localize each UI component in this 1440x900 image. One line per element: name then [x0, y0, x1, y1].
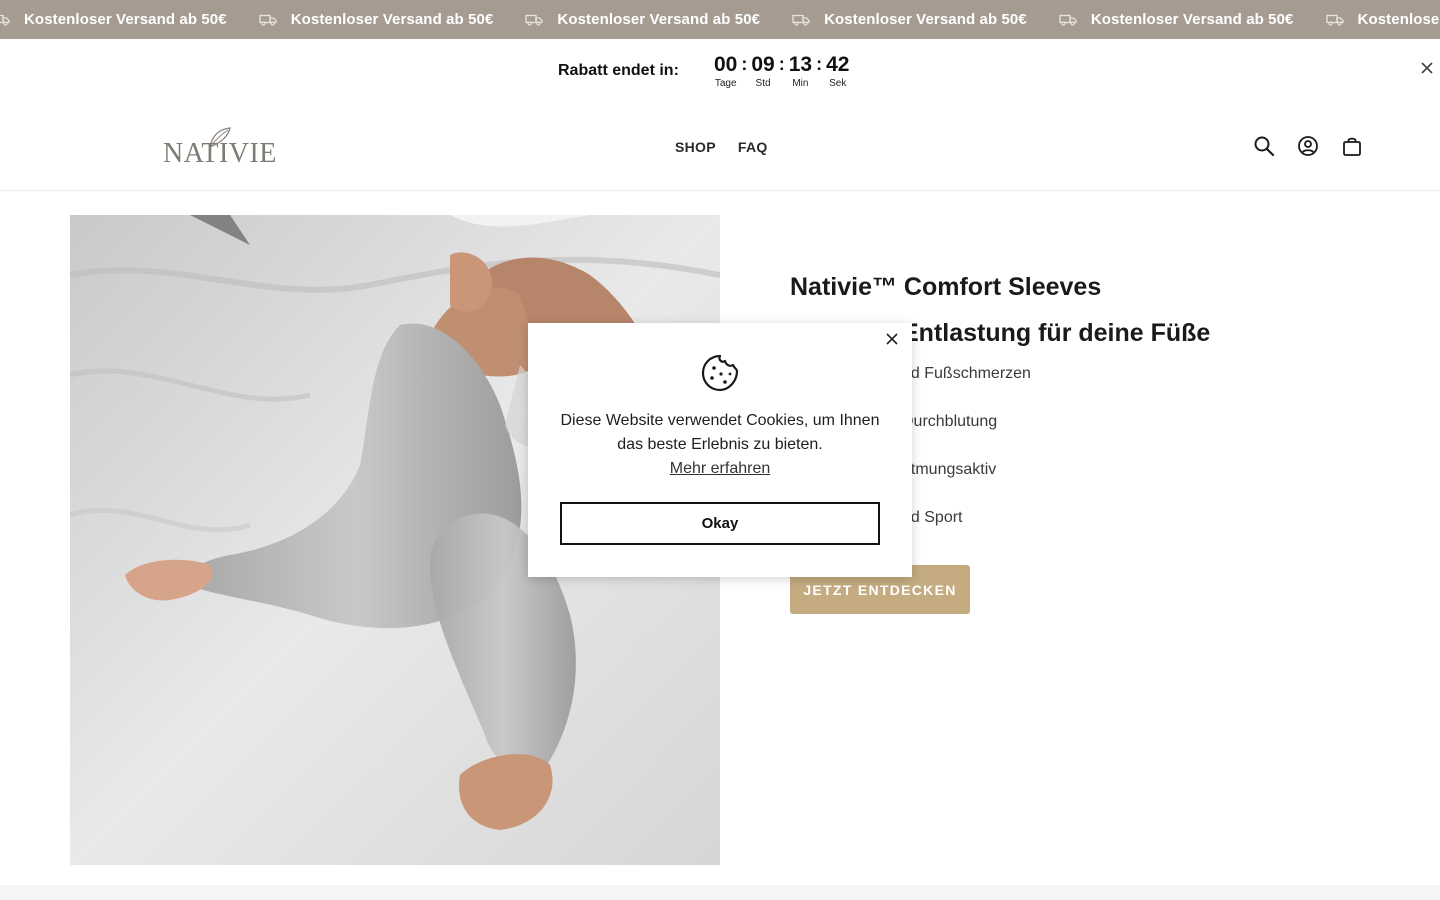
nav-faq[interactable]: FAQ [738, 139, 768, 155]
countdown-timer: 00 Tage : 09 Std : 13 Min : 42 Sek [714, 52, 849, 90]
okay-button[interactable]: Okay [560, 502, 880, 545]
countdown-minutes: 13 Min [789, 52, 812, 90]
logo-text[interactable]: NATIVIE [163, 138, 277, 170]
close-icon[interactable] [884, 331, 900, 347]
countdown-minutes-value: 13 [788, 53, 813, 76]
countdown-hours: 09 Std [751, 52, 774, 90]
truck-icon [0, 14, 10, 26]
account-icon[interactable] [1297, 135, 1319, 157]
announcement-text: Kostenloser Versand ab 50€ [557, 11, 761, 28]
announcement-text: Kostenloser Versand ab 50€ [1357, 11, 1440, 28]
announcement-item: Kostenloser Versand ab 50€ [792, 11, 1027, 28]
countdown-seconds-value: 42 [826, 53, 850, 76]
announcement-track: Kostenloser Versand ab 50€ Kostenloser Ve… [0, 0, 1440, 39]
announcement-text: Kostenloser Versand ab 50€ [290, 11, 494, 28]
cart-icon[interactable] [1341, 135, 1363, 157]
next-section-edge [0, 885, 1440, 900]
announcement-text: Kostenloser Versand ab 50€ [824, 11, 1027, 28]
countdown-days-value: 00 [714, 53, 738, 76]
main-nav: SHOP FAQ [675, 139, 768, 155]
announcement-text: Kostenloser Versand ab 50€ [1090, 11, 1294, 28]
hero-title: Nativie™ Comfort Sleeves [790, 273, 1102, 301]
announcement-item: Kostenloser Versand ab 50€ [0, 11, 227, 28]
countdown-seconds: 42 Sek [826, 52, 849, 90]
nav-shop[interactable]: SHOP [675, 139, 716, 155]
truck-icon [259, 14, 277, 26]
countdown-hours-value: 09 [751, 53, 775, 76]
countdown-separator: : [816, 54, 823, 74]
learn-more-link[interactable]: Mehr erfahren [528, 460, 912, 478]
truck-icon [1059, 14, 1077, 26]
announcement-bar: Kostenloser Versand ab 50€ Kostenloser Ve… [0, 0, 1440, 39]
countdown-seconds-label: Sek [829, 78, 847, 89]
cookie-icon [701, 354, 739, 392]
countdown-separator: : [778, 54, 785, 74]
site-header: NATIVIE SHOP FAQ [0, 103, 1440, 191]
announcement-item: Kostenloser Versand ab 50€ [1325, 11, 1440, 28]
countdown-separator: : [741, 54, 748, 74]
countdown-bar: Rabatt endet in: 00 Tage : 09 Std : 13 M… [0, 39, 1440, 103]
countdown-days: 00 Tage [714, 52, 737, 90]
search-icon[interactable] [1253, 135, 1275, 157]
announcement-text: Kostenloser Versand ab 50€ [24, 11, 227, 28]
truck-icon [525, 14, 544, 26]
announcement-item: Kostenloser Versand ab 50€ [525, 11, 760, 28]
countdown-minutes-label: Min [792, 78, 809, 89]
cookie-message: Diese Website verwendet Cookies, um Ihne… [560, 412, 880, 453]
countdown-label: Rabatt endet in: [558, 62, 679, 79]
announcement-item: Kostenloser Versand ab 50€ [259, 11, 494, 28]
close-icon[interactable] [1418, 59, 1436, 77]
truck-icon [1325, 14, 1344, 26]
countdown-days-label: Tage [714, 78, 737, 89]
announcement-item: Kostenloser Versand ab 50€ [1059, 11, 1294, 28]
truck-icon [792, 14, 810, 26]
countdown-hours-label: Std [755, 78, 771, 89]
cookie-consent-dialog: Diese Website verwendet Cookies, um Ihne… [528, 323, 912, 577]
